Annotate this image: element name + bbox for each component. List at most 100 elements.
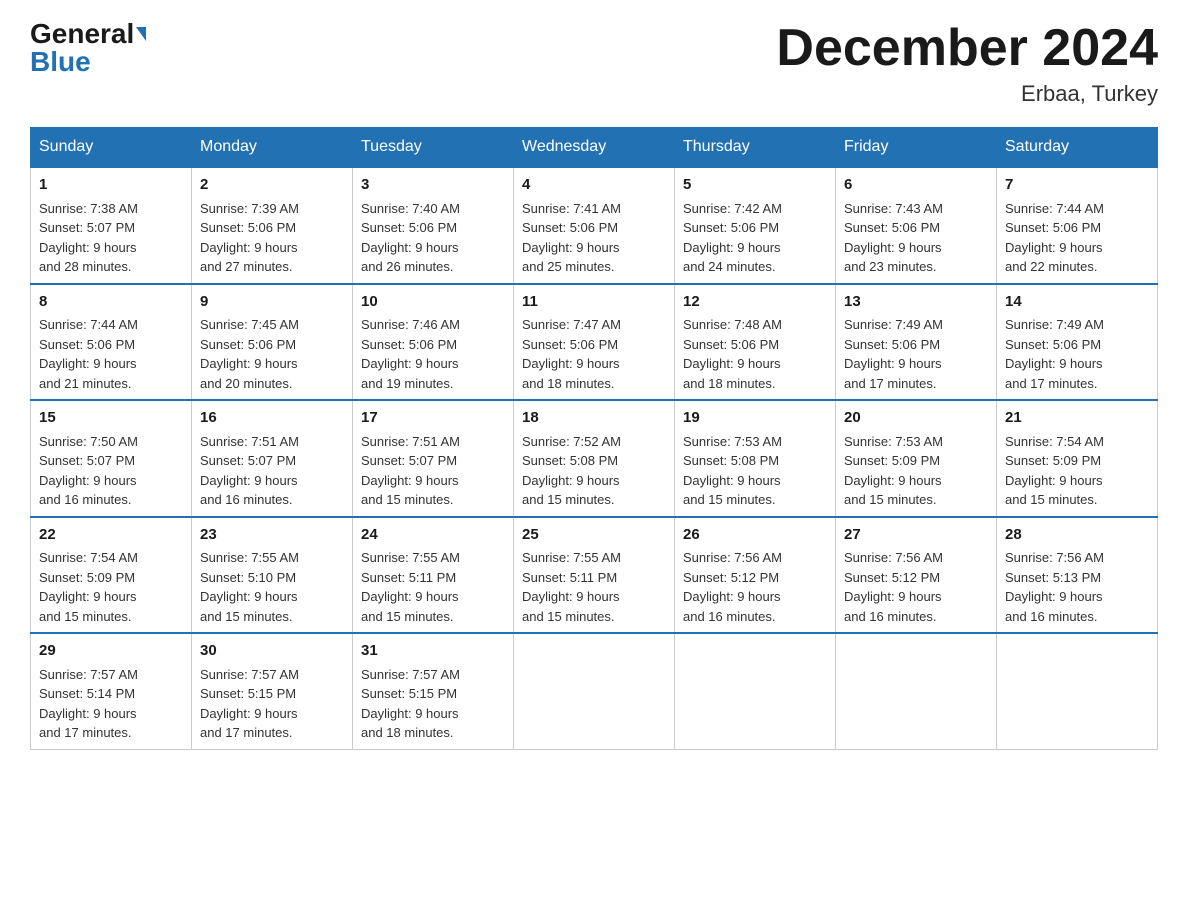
calendar-cell: 6 Sunrise: 7:43 AMSunset: 5:06 PMDayligh… bbox=[836, 167, 997, 284]
day-info: Sunrise: 7:39 AMSunset: 5:06 PMDaylight:… bbox=[200, 201, 299, 275]
calendar-cell: 31 Sunrise: 7:57 AMSunset: 5:15 PMDaylig… bbox=[353, 633, 514, 749]
day-info: Sunrise: 7:57 AMSunset: 5:15 PMDaylight:… bbox=[361, 667, 460, 741]
calendar-cell: 13 Sunrise: 7:49 AMSunset: 5:06 PMDaylig… bbox=[836, 284, 997, 401]
calendar-cell: 3 Sunrise: 7:40 AMSunset: 5:06 PMDayligh… bbox=[353, 167, 514, 284]
weekday-header-sunday: Sunday bbox=[31, 128, 192, 168]
day-info: Sunrise: 7:56 AMSunset: 5:12 PMDaylight:… bbox=[844, 550, 943, 624]
location-title: Erbaa, Turkey bbox=[776, 81, 1158, 107]
day-number: 10 bbox=[361, 291, 505, 314]
day-info: Sunrise: 7:44 AMSunset: 5:06 PMDaylight:… bbox=[39, 317, 138, 391]
calendar-cell: 8 Sunrise: 7:44 AMSunset: 5:06 PMDayligh… bbox=[31, 284, 192, 401]
day-info: Sunrise: 7:51 AMSunset: 5:07 PMDaylight:… bbox=[200, 434, 299, 508]
day-number: 3 bbox=[361, 174, 505, 197]
day-number: 12 bbox=[683, 291, 827, 314]
day-number: 7 bbox=[1005, 174, 1149, 197]
calendar-cell: 12 Sunrise: 7:48 AMSunset: 5:06 PMDaylig… bbox=[675, 284, 836, 401]
day-info: Sunrise: 7:38 AMSunset: 5:07 PMDaylight:… bbox=[39, 201, 138, 275]
calendar-cell: 9 Sunrise: 7:45 AMSunset: 5:06 PMDayligh… bbox=[192, 284, 353, 401]
day-number: 29 bbox=[39, 640, 183, 663]
day-number: 16 bbox=[200, 407, 344, 430]
day-number: 9 bbox=[200, 291, 344, 314]
day-info: Sunrise: 7:50 AMSunset: 5:07 PMDaylight:… bbox=[39, 434, 138, 508]
calendar-cell: 30 Sunrise: 7:57 AMSunset: 5:15 PMDaylig… bbox=[192, 633, 353, 749]
calendar-cell: 20 Sunrise: 7:53 AMSunset: 5:09 PMDaylig… bbox=[836, 400, 997, 517]
day-info: Sunrise: 7:55 AMSunset: 5:11 PMDaylight:… bbox=[361, 550, 460, 624]
calendar-cell: 1 Sunrise: 7:38 AMSunset: 5:07 PMDayligh… bbox=[31, 167, 192, 284]
calendar-cell: 24 Sunrise: 7:55 AMSunset: 5:11 PMDaylig… bbox=[353, 517, 514, 634]
day-info: Sunrise: 7:47 AMSunset: 5:06 PMDaylight:… bbox=[522, 317, 621, 391]
day-info: Sunrise: 7:57 AMSunset: 5:14 PMDaylight:… bbox=[39, 667, 138, 741]
calendar-cell: 14 Sunrise: 7:49 AMSunset: 5:06 PMDaylig… bbox=[997, 284, 1158, 401]
week-row-4: 22 Sunrise: 7:54 AMSunset: 5:09 PMDaylig… bbox=[31, 517, 1158, 634]
calendar-cell: 18 Sunrise: 7:52 AMSunset: 5:08 PMDaylig… bbox=[514, 400, 675, 517]
calendar-cell: 28 Sunrise: 7:56 AMSunset: 5:13 PMDaylig… bbox=[997, 517, 1158, 634]
day-info: Sunrise: 7:54 AMSunset: 5:09 PMDaylight:… bbox=[1005, 434, 1104, 508]
logo: General Blue bbox=[30, 20, 146, 76]
week-row-2: 8 Sunrise: 7:44 AMSunset: 5:06 PMDayligh… bbox=[31, 284, 1158, 401]
calendar-cell: 27 Sunrise: 7:56 AMSunset: 5:12 PMDaylig… bbox=[836, 517, 997, 634]
day-number: 22 bbox=[39, 524, 183, 547]
day-number: 21 bbox=[1005, 407, 1149, 430]
day-number: 30 bbox=[200, 640, 344, 663]
calendar-cell bbox=[514, 633, 675, 749]
day-number: 6 bbox=[844, 174, 988, 197]
day-number: 8 bbox=[39, 291, 183, 314]
day-info: Sunrise: 7:51 AMSunset: 5:07 PMDaylight:… bbox=[361, 434, 460, 508]
day-info: Sunrise: 7:52 AMSunset: 5:08 PMDaylight:… bbox=[522, 434, 621, 508]
day-number: 17 bbox=[361, 407, 505, 430]
day-number: 5 bbox=[683, 174, 827, 197]
day-number: 1 bbox=[39, 174, 183, 197]
calendar-cell bbox=[836, 633, 997, 749]
week-row-1: 1 Sunrise: 7:38 AMSunset: 5:07 PMDayligh… bbox=[31, 167, 1158, 284]
day-number: 2 bbox=[200, 174, 344, 197]
day-number: 25 bbox=[522, 524, 666, 547]
day-info: Sunrise: 7:53 AMSunset: 5:09 PMDaylight:… bbox=[844, 434, 943, 508]
calendar-cell: 23 Sunrise: 7:55 AMSunset: 5:10 PMDaylig… bbox=[192, 517, 353, 634]
day-info: Sunrise: 7:57 AMSunset: 5:15 PMDaylight:… bbox=[200, 667, 299, 741]
day-info: Sunrise: 7:46 AMSunset: 5:06 PMDaylight:… bbox=[361, 317, 460, 391]
calendar-table: SundayMondayTuesdayWednesdayThursdayFrid… bbox=[30, 127, 1158, 750]
day-number: 15 bbox=[39, 407, 183, 430]
day-info: Sunrise: 7:49 AMSunset: 5:06 PMDaylight:… bbox=[1005, 317, 1104, 391]
weekday-header-wednesday: Wednesday bbox=[514, 128, 675, 168]
day-info: Sunrise: 7:45 AMSunset: 5:06 PMDaylight:… bbox=[200, 317, 299, 391]
calendar-cell: 21 Sunrise: 7:54 AMSunset: 5:09 PMDaylig… bbox=[997, 400, 1158, 517]
weekday-header-row: SundayMondayTuesdayWednesdayThursdayFrid… bbox=[31, 128, 1158, 168]
calendar-cell: 16 Sunrise: 7:51 AMSunset: 5:07 PMDaylig… bbox=[192, 400, 353, 517]
page-header: General Blue December 2024 Erbaa, Turkey bbox=[30, 20, 1158, 107]
calendar-cell: 15 Sunrise: 7:50 AMSunset: 5:07 PMDaylig… bbox=[31, 400, 192, 517]
day-info: Sunrise: 7:55 AMSunset: 5:10 PMDaylight:… bbox=[200, 550, 299, 624]
logo-triangle-icon bbox=[136, 27, 146, 41]
calendar-cell bbox=[997, 633, 1158, 749]
day-number: 13 bbox=[844, 291, 988, 314]
calendar-cell: 29 Sunrise: 7:57 AMSunset: 5:14 PMDaylig… bbox=[31, 633, 192, 749]
calendar-cell: 26 Sunrise: 7:56 AMSunset: 5:12 PMDaylig… bbox=[675, 517, 836, 634]
day-number: 28 bbox=[1005, 524, 1149, 547]
calendar-cell: 11 Sunrise: 7:47 AMSunset: 5:06 PMDaylig… bbox=[514, 284, 675, 401]
weekday-header-saturday: Saturday bbox=[997, 128, 1158, 168]
day-number: 20 bbox=[844, 407, 988, 430]
day-number: 26 bbox=[683, 524, 827, 547]
title-area: December 2024 Erbaa, Turkey bbox=[776, 20, 1158, 107]
calendar-cell: 5 Sunrise: 7:42 AMSunset: 5:06 PMDayligh… bbox=[675, 167, 836, 284]
weekday-header-thursday: Thursday bbox=[675, 128, 836, 168]
day-info: Sunrise: 7:56 AMSunset: 5:13 PMDaylight:… bbox=[1005, 550, 1104, 624]
day-info: Sunrise: 7:41 AMSunset: 5:06 PMDaylight:… bbox=[522, 201, 621, 275]
logo-blue-text: Blue bbox=[30, 48, 91, 76]
day-number: 23 bbox=[200, 524, 344, 547]
week-row-3: 15 Sunrise: 7:50 AMSunset: 5:07 PMDaylig… bbox=[31, 400, 1158, 517]
day-number: 14 bbox=[1005, 291, 1149, 314]
day-info: Sunrise: 7:55 AMSunset: 5:11 PMDaylight:… bbox=[522, 550, 621, 624]
day-info: Sunrise: 7:54 AMSunset: 5:09 PMDaylight:… bbox=[39, 550, 138, 624]
logo-general-text: General bbox=[30, 20, 134, 48]
calendar-cell: 2 Sunrise: 7:39 AMSunset: 5:06 PMDayligh… bbox=[192, 167, 353, 284]
month-title: December 2024 bbox=[776, 20, 1158, 77]
calendar-cell: 10 Sunrise: 7:46 AMSunset: 5:06 PMDaylig… bbox=[353, 284, 514, 401]
week-row-5: 29 Sunrise: 7:57 AMSunset: 5:14 PMDaylig… bbox=[31, 633, 1158, 749]
day-info: Sunrise: 7:43 AMSunset: 5:06 PMDaylight:… bbox=[844, 201, 943, 275]
calendar-cell bbox=[675, 633, 836, 749]
day-info: Sunrise: 7:42 AMSunset: 5:06 PMDaylight:… bbox=[683, 201, 782, 275]
day-number: 31 bbox=[361, 640, 505, 663]
day-number: 19 bbox=[683, 407, 827, 430]
day-info: Sunrise: 7:56 AMSunset: 5:12 PMDaylight:… bbox=[683, 550, 782, 624]
